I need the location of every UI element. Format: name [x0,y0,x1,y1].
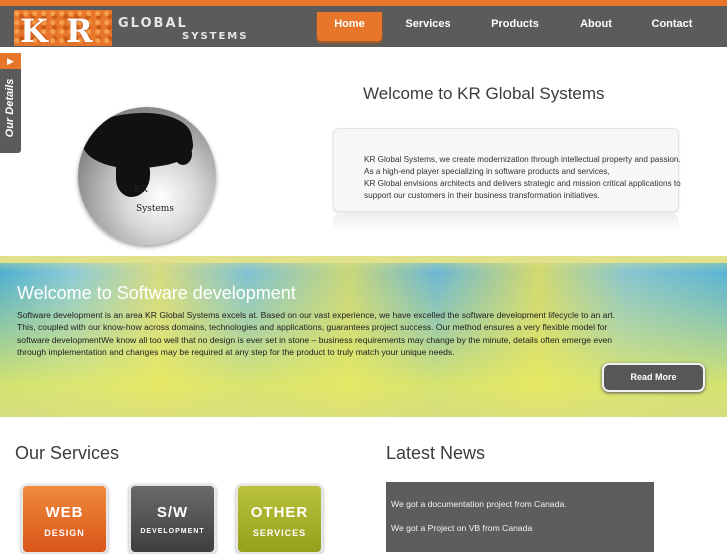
intro-line: KR Global envisions architects and deliv… [364,179,681,188]
banner-top-line [0,256,727,263]
our-details-label: Our Details [4,78,16,138]
intro-line: support our customers in their business … [364,191,600,200]
banner-line: through implementation and changes may b… [17,346,455,357]
logo-letter-k: K [20,12,49,50]
tile-line1: S/W [156,504,189,521]
tile-line1: WEB [45,504,84,521]
top-navigation-bar: K R GLOBAL SYSTEMS Home Services Product… [0,0,727,50]
kr-logo[interactable]: K R [14,10,112,50]
banner-line: This, coupled with our know-how across d… [17,322,608,333]
logo-wordmark: GLOBAL SYSTEMS [118,14,263,44]
banner-line: software developmentWe know all too well… [17,334,613,345]
our-details-tab[interactable]: ▶ Our Details [0,53,21,153]
nav-services[interactable]: Services [395,12,461,41]
logo-line-global: GLOBAL [118,16,188,31]
accent-strip [0,0,727,6]
banner-title: Welcome to Software development [17,283,296,303]
software-development-banner: Welcome to Software development Software… [0,256,727,417]
banner-line: Software development is an area KR Globa… [17,310,616,320]
our-services-heading: Our Services [15,443,120,463]
arrow-right-icon: ▶ [0,53,21,69]
nav-contact[interactable]: Contact [643,12,701,41]
news-item[interactable]: We got a Project on VB from Canada [391,523,532,533]
main-nav: Home Services Products About Contact [317,12,717,41]
latest-news-heading: Latest News [386,443,486,463]
hero-title: Welcome to KR Global Systems [363,84,605,103]
read-more-button[interactable]: Read More [602,363,705,392]
other-services-tile[interactable]: OTHER SERVICES [236,484,323,554]
nav-products[interactable]: Products [481,12,549,41]
intro-box: KR Global Systems, we create modernizati… [333,128,681,212]
logo-letter-r: R [66,12,94,50]
banner-text: Software development is an area KR Globa… [17,309,717,358]
globe-image: KR Systems [78,107,216,245]
tile-line1: OTHER [250,504,309,521]
tile-line2: DEVELOPMENT [140,528,205,535]
globe-label-systems: Systems [136,204,174,214]
news-list: We got a documentation project from Cana… [386,482,654,552]
intro-line: As a high-end player specializing in sof… [364,167,610,176]
nav-home[interactable]: Home [317,12,382,41]
globe-landmass [174,143,192,165]
nav-about[interactable]: About [569,12,623,41]
tile-line2: DESIGN [44,528,85,538]
logo-line-systems: SYSTEMS [182,31,249,42]
web-design-tile[interactable]: WEB DESIGN [21,484,108,554]
sw-development-tile[interactable]: S/W DEVELOPMENT [129,484,216,554]
globe-label-kr: KR [134,185,148,195]
intro-line: KR Global Systems, we create modernizati… [364,155,681,164]
tile-line2: SERVICES [252,528,307,538]
intro-box-reflection [333,214,679,232]
news-item[interactable]: We got a documentation project from Cana… [391,499,567,509]
